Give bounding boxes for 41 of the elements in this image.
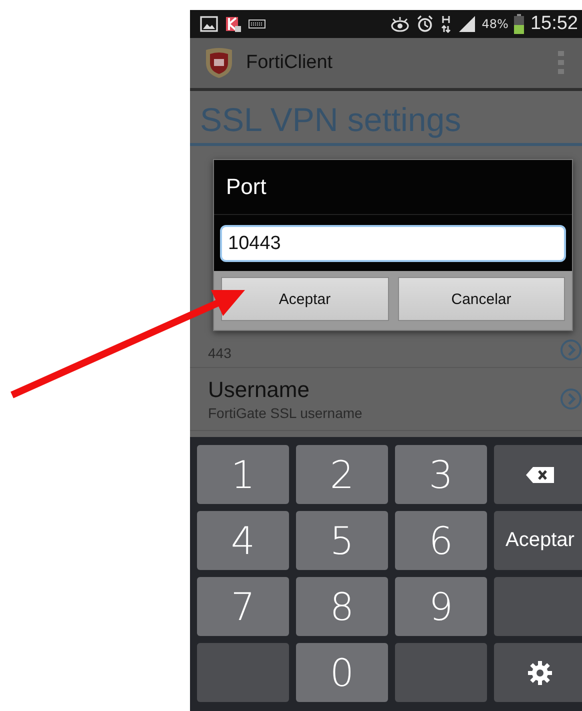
setting-title: Username (208, 377, 310, 403)
alarm-clock-icon (416, 15, 434, 33)
dialog-title: Port (214, 160, 572, 215)
app-title: FortiClient (246, 52, 333, 74)
battery-percent: 48% (482, 17, 508, 31)
digit-key[interactable]: 5 (296, 511, 388, 570)
digit-key[interactable]: 3 (395, 445, 487, 504)
port-input-field[interactable]: 10443 (220, 225, 566, 262)
battery-icon (514, 14, 524, 34)
blank-key[interactable] (197, 643, 289, 702)
settings-key[interactable] (494, 643, 582, 702)
chevron-circle-icon (560, 339, 582, 361)
digit-key[interactable]: 0 (296, 643, 388, 702)
settings-row[interactable]: Username FortiGate SSL username (190, 368, 582, 431)
dialog-button[interactable]: Aceptar (221, 277, 388, 321)
enter-key[interactable]: Aceptar (494, 511, 582, 570)
dialog-button[interactable]: Cancelar (398, 277, 565, 321)
signal-icon (458, 16, 476, 32)
data-arrows-icon (440, 15, 452, 33)
clock-time: 15:52 (530, 13, 578, 35)
setting-value: 443 (208, 345, 232, 361)
chevron-circle-icon (560, 388, 582, 410)
image-icon (200, 16, 218, 32)
blank-key[interactable] (395, 643, 487, 702)
digit-key[interactable]: 4 (197, 511, 289, 570)
digit-key[interactable]: 2 (296, 445, 388, 504)
backspace-key[interactable] (494, 445, 582, 504)
shield-logo-icon (204, 47, 234, 79)
settings-icon (527, 660, 553, 686)
digit-key[interactable]: 8 (296, 577, 388, 636)
digit-key[interactable]: 6 (395, 511, 487, 570)
digit-key[interactable]: 9 (395, 577, 487, 636)
keyboard-icon (248, 19, 266, 29)
setting-value: FortiGate SSL username (208, 405, 364, 421)
eye-icon (390, 16, 410, 32)
shield-k-icon (224, 15, 242, 33)
backspace-icon (525, 466, 555, 484)
digit-key[interactable]: 1 (197, 445, 289, 504)
blank-key[interactable] (494, 577, 582, 636)
overflow-menu-icon[interactable] (558, 51, 564, 75)
digit-key[interactable]: 7 (197, 577, 289, 636)
